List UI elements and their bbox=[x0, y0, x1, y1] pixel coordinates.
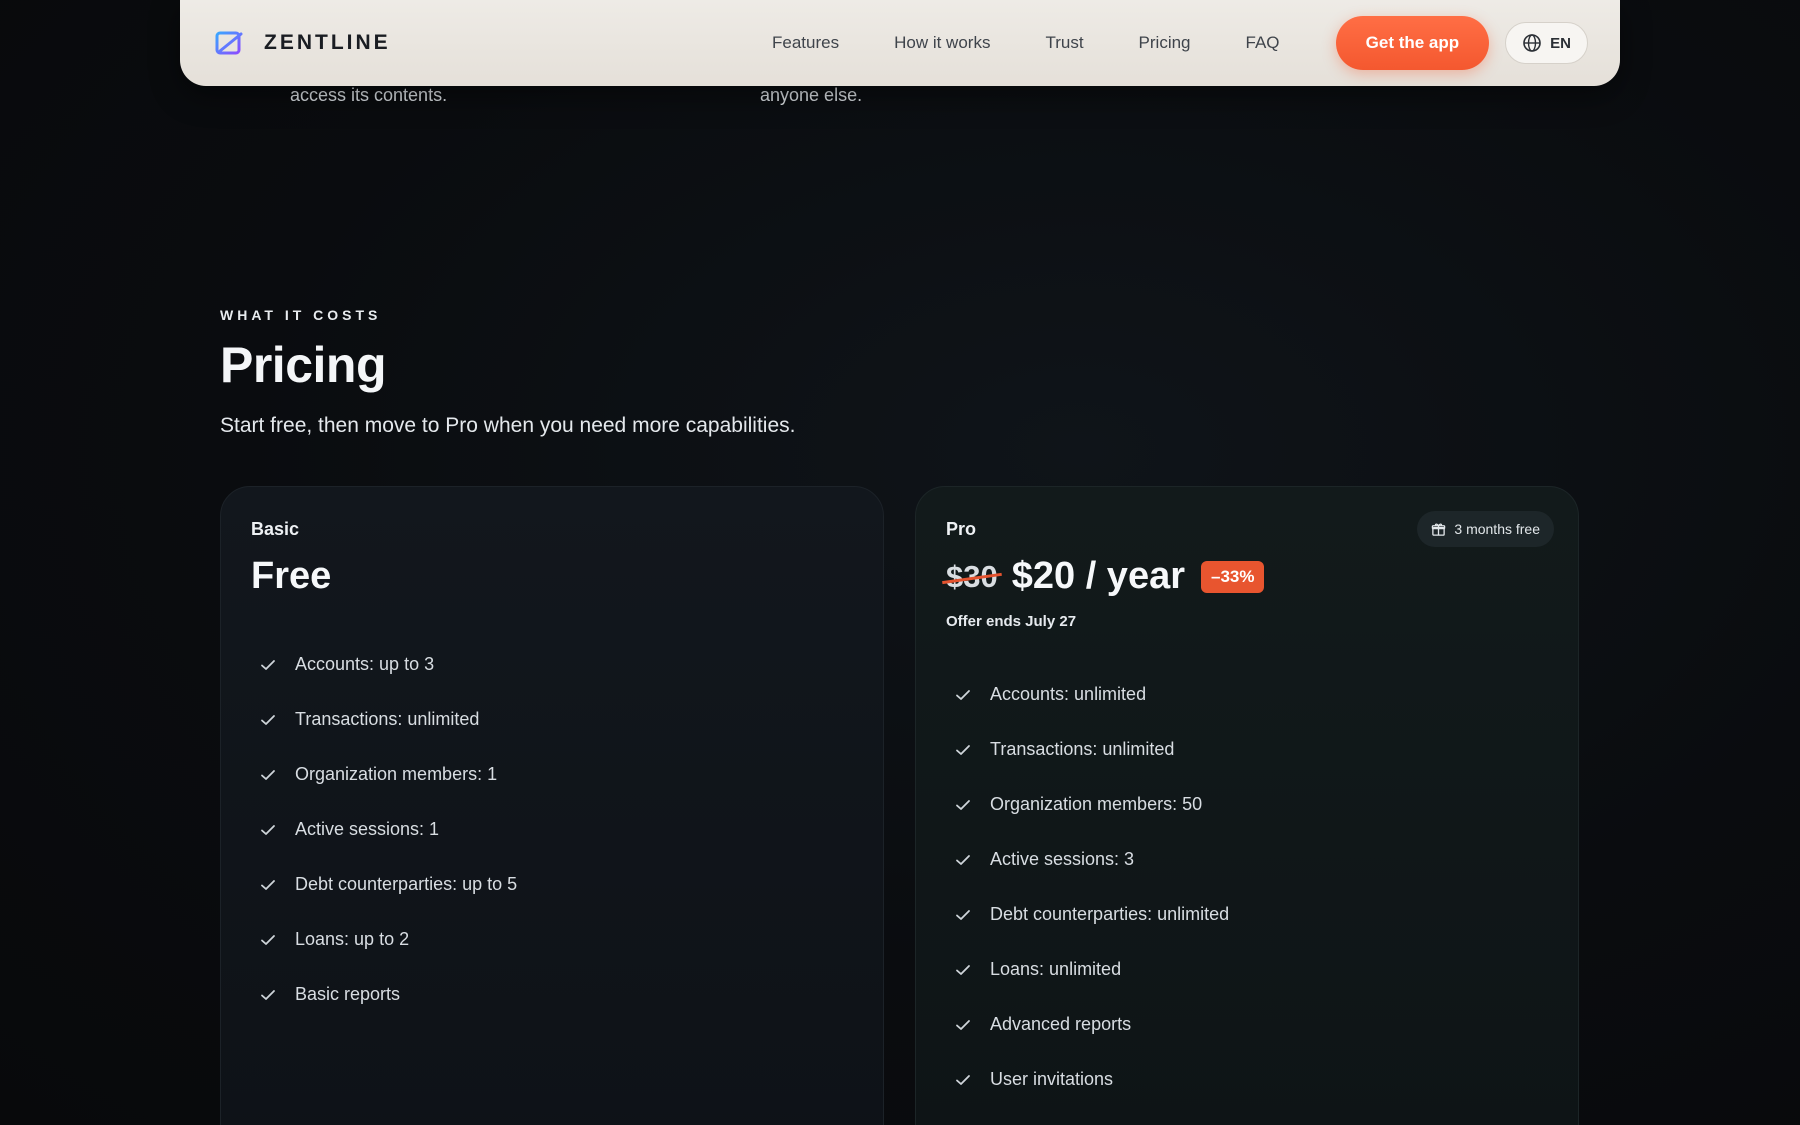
nav-features[interactable]: Features bbox=[772, 33, 839, 53]
feature-item: Active sessions: 1 bbox=[259, 802, 517, 857]
feature-item: User invitations bbox=[954, 1052, 1229, 1107]
feature-item: Organization members: 1 bbox=[259, 747, 517, 802]
plan-name: Basic bbox=[251, 519, 300, 539]
previous-section-line: access its contents. bbox=[290, 85, 448, 105]
feature-label: Debt counterparties: unlimited bbox=[990, 904, 1230, 924]
logo[interactable]: ZENTLINE bbox=[214, 29, 574, 57]
feature-item: Organization members: 50 bbox=[954, 777, 1229, 832]
feature-label: Advanced reports bbox=[990, 1014, 1132, 1034]
feature-list: Accounts: unlimited Transactions: unlimi… bbox=[954, 667, 1229, 1107]
check-icon bbox=[956, 964, 970, 975]
language-switcher[interactable]: EN bbox=[1505, 22, 1588, 64]
zentline-logo-icon bbox=[215, 31, 243, 55]
check-icon bbox=[261, 659, 275, 670]
feature-item: Loans: up to 2 bbox=[259, 912, 517, 967]
feature-label: Organization members: 50 bbox=[990, 794, 1203, 814]
feature-label: Accounts: unlimited bbox=[990, 684, 1147, 704]
badge-label: 3 months free bbox=[1454, 521, 1540, 537]
plan-price: Free bbox=[251, 555, 332, 597]
check-icon bbox=[956, 1019, 970, 1030]
feature-label: Accounts: up to 3 bbox=[295, 654, 435, 674]
main-nav: Features How it works Trust Pricing FAQ bbox=[574, 33, 1336, 53]
feature-list: Accounts: up to 3 Transactions: unlimite… bbox=[259, 637, 517, 1022]
feature-label: Debt counterparties: up to 5 bbox=[295, 874, 518, 894]
previous-section-line: anyone else. bbox=[760, 85, 863, 105]
basic-plan-card: Basic Free Accounts: up to 3 Transaction… bbox=[220, 486, 884, 1125]
free-months-badge: 3 months free bbox=[1417, 511, 1554, 547]
price-row: $30 $20 / year –33% bbox=[946, 555, 1265, 598]
feature-item: Accounts: unlimited bbox=[954, 667, 1229, 722]
discount-badge: –33% bbox=[1201, 560, 1265, 593]
nav-how-it-works[interactable]: How it works bbox=[894, 33, 990, 53]
feature-label: User invitations bbox=[990, 1069, 1114, 1089]
feature-item: Debt counterparties: up to 5 bbox=[259, 857, 517, 912]
nav-pricing[interactable]: Pricing bbox=[1139, 33, 1191, 53]
feature-item: Basic reports bbox=[259, 967, 517, 1022]
check-icon bbox=[956, 909, 970, 920]
check-icon bbox=[956, 1074, 970, 1085]
feature-item: Transactions: unlimited bbox=[259, 692, 517, 747]
feature-item: Transactions: unlimited bbox=[954, 722, 1229, 777]
logo-text: ZENTLINE bbox=[264, 31, 391, 54]
feature-item: Active sessions: 3 bbox=[954, 832, 1229, 887]
feature-label: Basic reports bbox=[295, 984, 401, 1004]
feature-item: Accounts: up to 3 bbox=[259, 637, 517, 692]
gift-icon bbox=[1432, 523, 1446, 536]
old-price: $30 bbox=[946, 558, 998, 594]
check-icon bbox=[261, 934, 275, 945]
language-label: EN bbox=[1550, 34, 1571, 52]
check-icon bbox=[956, 799, 970, 810]
pro-plan-card: Pro 3 months free $30 $20 / year –33% Of… bbox=[915, 486, 1579, 1125]
feature-label: Loans: unlimited bbox=[990, 959, 1122, 979]
feature-label: Transactions: unlimited bbox=[295, 709, 480, 729]
nav-trust[interactable]: Trust bbox=[1045, 33, 1083, 53]
get-the-app-button[interactable]: Get the app bbox=[1335, 16, 1490, 70]
offer-ends-text: Offer ends July 27 bbox=[946, 613, 1077, 630]
check-icon bbox=[956, 689, 970, 700]
check-icon bbox=[261, 714, 275, 725]
check-icon bbox=[956, 854, 970, 865]
check-icon bbox=[261, 989, 275, 1000]
feature-label: Active sessions: 3 bbox=[990, 849, 1135, 869]
feature-item: Advanced reports bbox=[954, 997, 1229, 1052]
check-icon bbox=[261, 769, 275, 780]
globe-icon bbox=[1523, 34, 1541, 52]
feature-item: Debt counterparties: unlimited bbox=[954, 887, 1229, 942]
check-icon bbox=[956, 744, 970, 755]
page: access its contents. anyone else. ZENTLI… bbox=[0, 0, 1800, 1125]
feature-label: Loans: up to 2 bbox=[295, 929, 410, 949]
feature-label: Transactions: unlimited bbox=[990, 739, 1175, 759]
feature-label: Organization members: 1 bbox=[295, 764, 498, 784]
plan-name: Pro bbox=[946, 519, 977, 539]
feature-item: Loans: unlimited bbox=[954, 942, 1229, 997]
check-icon bbox=[261, 824, 275, 835]
check-icon bbox=[261, 879, 275, 890]
section-eyebrow: WHAT IT COSTS bbox=[220, 307, 382, 323]
section-title: Pricing bbox=[220, 337, 386, 393]
nav-faq[interactable]: FAQ bbox=[1246, 33, 1280, 53]
feature-label: Active sessions: 1 bbox=[295, 819, 440, 839]
plan-price: $20 / year bbox=[1011, 555, 1185, 597]
section-subtitle: Start free, then move to Pro when you ne… bbox=[220, 414, 796, 437]
site-header: ZENTLINE Features How it works Trust Pri… bbox=[180, 0, 1620, 86]
